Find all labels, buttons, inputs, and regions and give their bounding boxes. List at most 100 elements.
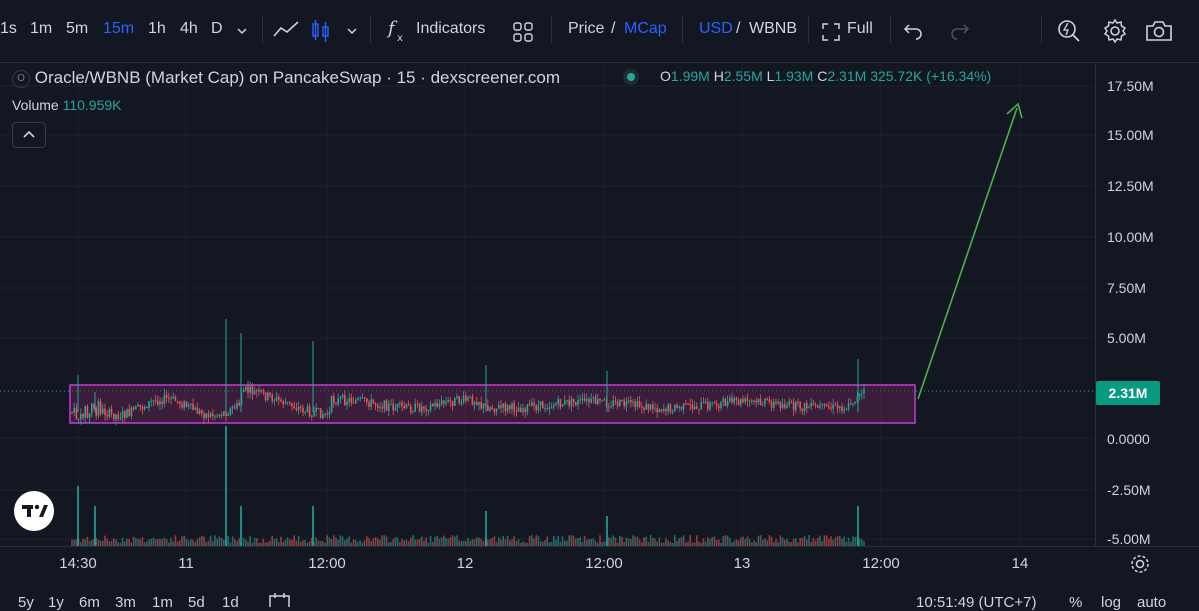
usd-toggle[interactable]: USD bbox=[699, 20, 733, 38]
trend-arrow-line[interactable] bbox=[917, 107, 1018, 400]
collapse-legend-button[interactable] bbox=[12, 122, 46, 148]
volume-bar bbox=[157, 539, 159, 546]
symbol-badge[interactable]: O bbox=[12, 70, 30, 88]
volume-bar bbox=[614, 537, 617, 546]
layout-grid-icon[interactable] bbox=[512, 21, 534, 43]
candle-body bbox=[810, 402, 812, 407]
range-3m[interactable]: 3m bbox=[115, 594, 136, 611]
candle-body bbox=[473, 402, 476, 405]
candle-body bbox=[555, 403, 557, 406]
candle-body bbox=[467, 397, 469, 401]
divider bbox=[890, 16, 891, 44]
range-1m[interactable]: 1m bbox=[152, 594, 173, 611]
candle-body bbox=[539, 401, 542, 406]
volume-bar bbox=[126, 538, 128, 546]
candle-body bbox=[139, 404, 141, 407]
range-6m[interactable]: 6m bbox=[79, 594, 100, 611]
volume-bar bbox=[368, 537, 370, 546]
candle-body bbox=[306, 406, 309, 412]
interval-1h[interactable]: 1h bbox=[148, 20, 166, 38]
volume-bar bbox=[583, 535, 586, 546]
candle-body bbox=[520, 407, 522, 413]
consolidation-box[interactable] bbox=[69, 384, 916, 424]
candle-body bbox=[786, 405, 788, 408]
calendar-icon[interactable] bbox=[268, 592, 292, 607]
camera-icon[interactable] bbox=[1145, 19, 1173, 43]
candle-body bbox=[482, 403, 485, 409]
candle-body bbox=[517, 407, 520, 412]
indicators-button[interactable]: Indicators bbox=[416, 20, 485, 38]
chevron-down-icon[interactable] bbox=[236, 26, 248, 36]
volume-bar bbox=[713, 536, 716, 546]
candlestick-icon[interactable] bbox=[310, 18, 332, 44]
price-chart[interactable] bbox=[0, 62, 1095, 546]
volume-bar bbox=[150, 538, 152, 546]
interval-1m[interactable]: 1m bbox=[30, 20, 52, 38]
volume-value: 110.959K bbox=[62, 97, 122, 113]
candle-body bbox=[764, 399, 766, 405]
volume-bar bbox=[742, 536, 744, 546]
candle-body bbox=[110, 409, 113, 414]
candle-body bbox=[755, 400, 757, 403]
candle-body bbox=[632, 401, 634, 403]
settings-gear-icon[interactable] bbox=[1129, 553, 1151, 575]
auto-toggle[interactable]: auto bbox=[1137, 594, 1166, 611]
candle-body bbox=[777, 401, 779, 404]
candle-body bbox=[445, 401, 447, 404]
clock[interactable]: 10:51:49 (UTC+7) bbox=[916, 594, 1036, 611]
volume-label: Volume bbox=[12, 97, 59, 113]
volume-bar bbox=[418, 538, 421, 546]
range-1d[interactable]: 1d bbox=[222, 594, 239, 611]
volume-bar bbox=[682, 535, 685, 546]
candle-body bbox=[680, 406, 683, 410]
candle-body bbox=[806, 403, 808, 409]
full-button[interactable]: Full bbox=[847, 20, 873, 38]
symbol-title[interactable]: Oracle/WBNB (Market Cap) on PancakeSwap … bbox=[35, 68, 560, 87]
candle-body bbox=[86, 406, 89, 418]
range-5d[interactable]: 5d bbox=[188, 594, 205, 611]
volume-bar bbox=[113, 538, 115, 546]
chevron-down-icon[interactable] bbox=[346, 26, 358, 36]
interval-15m[interactable]: 15m bbox=[103, 20, 134, 38]
volume-bar bbox=[678, 538, 680, 546]
function-fx-icon[interactable]: fx bbox=[386, 18, 410, 44]
volume-bar bbox=[456, 535, 458, 546]
candle-body bbox=[773, 401, 775, 408]
interval-D[interactable]: D bbox=[211, 20, 223, 38]
slash-separator: / bbox=[736, 20, 741, 37]
price-toggle[interactable]: Price bbox=[568, 20, 604, 38]
candle-body bbox=[414, 403, 416, 412]
quick-search-icon[interactable] bbox=[1056, 18, 1082, 44]
volume-bar bbox=[170, 537, 172, 546]
range-5y[interactable]: 5y bbox=[18, 594, 34, 611]
high-value: 2.55M bbox=[723, 68, 763, 84]
line-chart-icon[interactable] bbox=[272, 18, 300, 42]
undo-icon[interactable] bbox=[903, 22, 925, 40]
interval-4h[interactable]: 4h bbox=[180, 20, 198, 38]
fullscreen-icon[interactable] bbox=[822, 23, 840, 41]
volume-bar bbox=[502, 536, 504, 546]
interval-5m[interactable]: 5m bbox=[66, 20, 88, 38]
candle-body bbox=[383, 400, 386, 409]
wbnb-toggle[interactable]: WBNB bbox=[749, 20, 797, 38]
gear-icon[interactable] bbox=[1102, 18, 1128, 44]
volume-bar bbox=[377, 538, 379, 546]
redo-icon[interactable] bbox=[948, 22, 970, 40]
candle-body bbox=[537, 405, 540, 410]
volume-bar bbox=[84, 539, 86, 546]
tradingview-logo[interactable] bbox=[14, 491, 54, 531]
candle-body bbox=[368, 402, 370, 407]
candle-body bbox=[148, 401, 150, 408]
log-toggle[interactable]: log bbox=[1101, 594, 1121, 611]
mcap-toggle[interactable]: MCap bbox=[624, 20, 667, 38]
range-1y[interactable]: 1y bbox=[48, 594, 64, 611]
candle-body bbox=[845, 409, 848, 411]
candle-body bbox=[207, 413, 210, 418]
volume-bar bbox=[333, 535, 335, 546]
candle-body bbox=[480, 402, 482, 409]
percent-toggle[interactable]: % bbox=[1069, 594, 1082, 611]
candle-body bbox=[614, 400, 617, 402]
volume-bar bbox=[590, 539, 592, 546]
interval-1s[interactable]: 1s bbox=[0, 20, 17, 38]
candle-body bbox=[577, 399, 579, 405]
